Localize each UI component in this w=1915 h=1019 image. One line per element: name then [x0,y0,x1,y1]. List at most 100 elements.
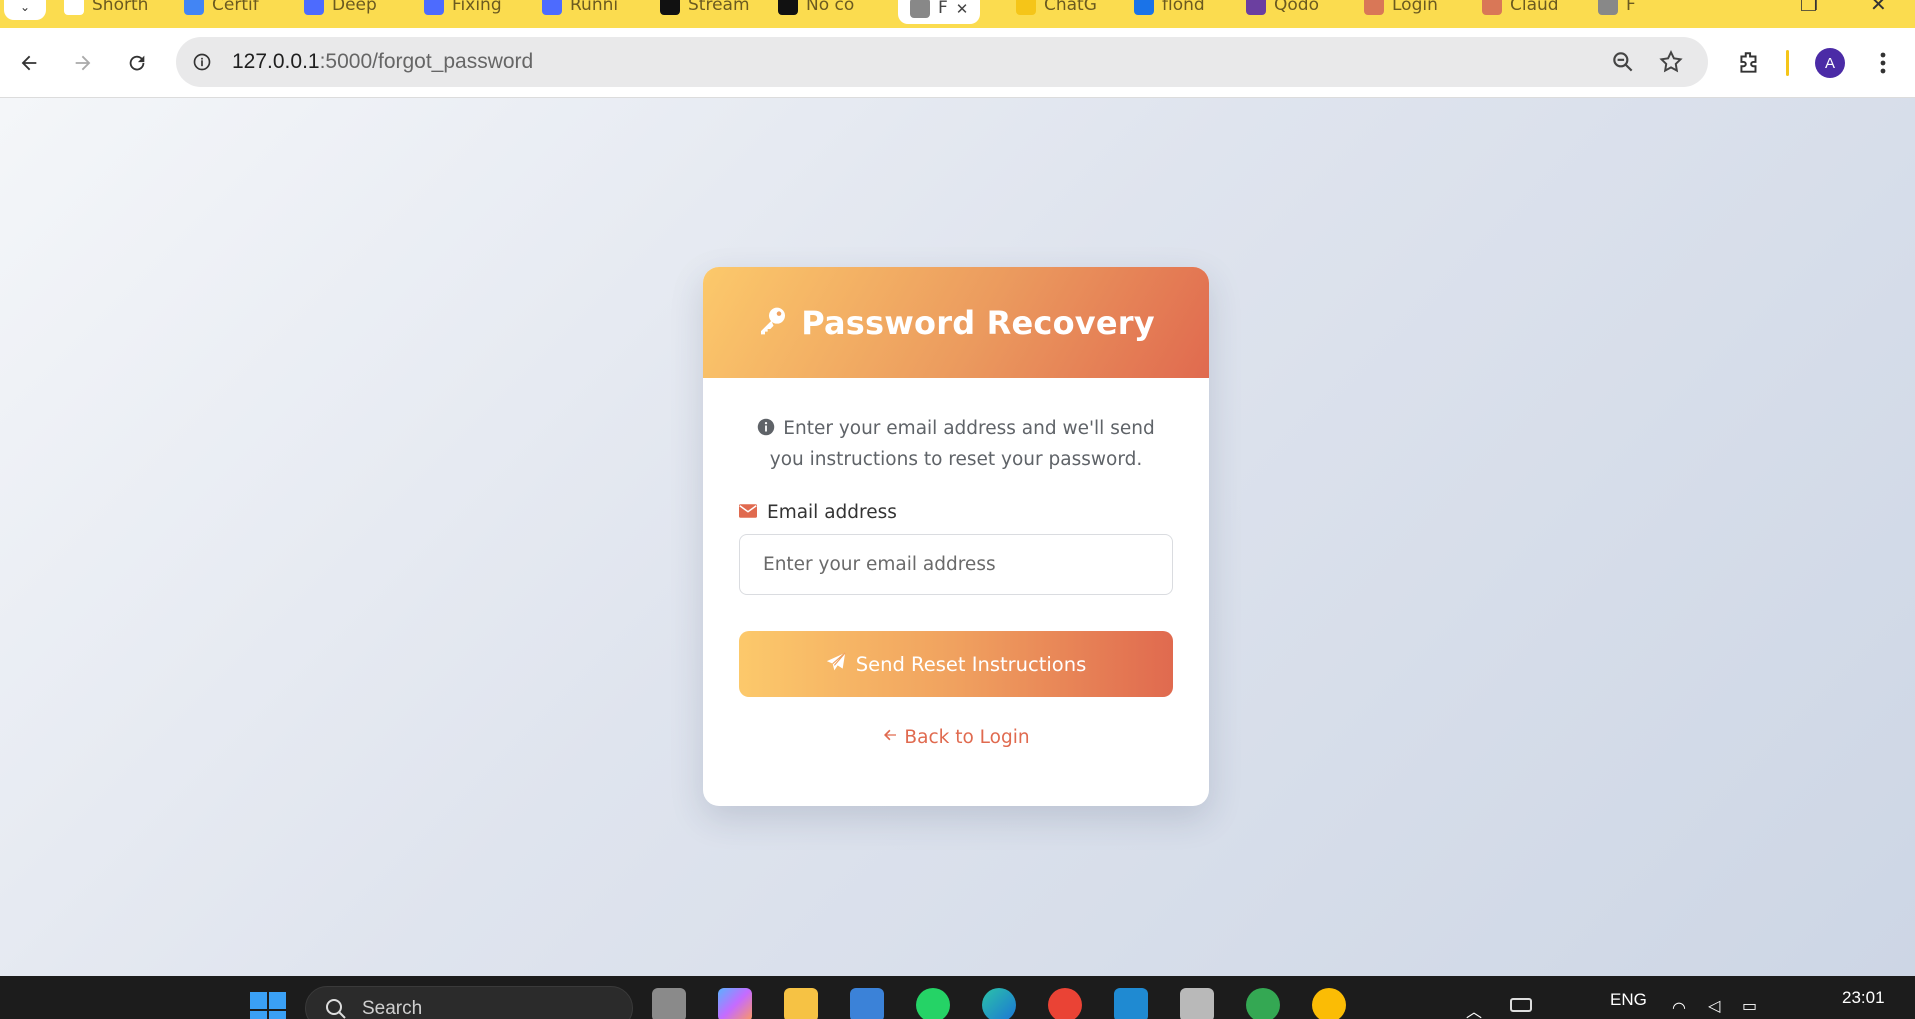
browser-tab[interactable]: F ✕ [898,0,980,24]
tab-favicon-icon [1134,0,1154,15]
search-icon [324,997,348,1019]
battery-icon[interactable]: ▭ [1742,996,1757,1015]
page-background: Password Recovery Enter your email addre… [0,98,1915,976]
url-host: 127.0.0.1 [232,50,320,73]
wifi-icon[interactable]: ◠ [1672,998,1686,1017]
browser-tab[interactable]: F [1598,0,1706,16]
tab-label: Qodo [1274,0,1319,15]
chrome-profile-j-icon[interactable] [1246,988,1280,1019]
url-text: 127.0.0.1:5000/forgot_password [232,50,533,74]
site-info-icon[interactable] [190,50,214,74]
database-icon[interactable] [1180,988,1214,1019]
browser-tab[interactable]: Runni [542,0,650,16]
toolbar-divider [1786,50,1789,76]
file-explorer-icon[interactable] [784,988,818,1019]
tab-label: flond [1162,0,1205,15]
email-label-row: Email address [739,502,1173,523]
vscode-icon[interactable] [1114,988,1148,1019]
card-title: Password Recovery [801,303,1155,342]
tab-label: Deep [332,0,377,15]
browser-tab[interactable]: Fixing [424,0,532,16]
tab-label: Login [1392,0,1438,15]
tab-favicon-icon [64,0,84,15]
tab-label: Runni [570,0,619,15]
browser-tab[interactable]: Deep [304,0,412,16]
tab-favicon-icon [542,0,562,15]
forward-arrow-icon[interactable] [70,50,96,76]
chrome-profile-a-icon[interactable] [1312,988,1346,1019]
browser-tab[interactable]: flond [1134,0,1242,16]
volume-icon[interactable]: ◁ [1708,996,1720,1015]
email-input[interactable] [739,534,1173,595]
card-body: Enter your email address and we'll send … [703,378,1209,748]
edge-browser-icon[interactable] [982,988,1016,1019]
email-label: Email address [767,502,897,523]
paper-plane-icon [826,651,846,677]
tab-label: ChatG [1044,0,1097,15]
browser-tab[interactable]: Certif [184,0,292,16]
tab-favicon-icon [1246,0,1266,15]
envelope-icon [739,502,757,523]
address-bar[interactable]: 127.0.0.1:5000/forgot_password [176,37,1708,87]
arrow-left-icon [882,727,898,748]
send-reset-instructions-button[interactable]: Send Reset Instructions [739,631,1173,697]
tab-label: F [938,0,948,18]
tab-favicon-icon [1482,0,1502,15]
copilot-icon[interactable] [718,988,752,1019]
close-window-icon[interactable]: ✕ [1870,0,1887,16]
tab-favicon-icon [304,0,324,15]
more-menu-icon[interactable] [1870,50,1896,76]
extensions-puzzle-icon[interactable] [1736,50,1762,76]
tab-favicon-icon [660,0,680,15]
taskbar-search-label: Search [362,998,423,1019]
tab-label: Stream [688,0,750,15]
browser-tab[interactable]: No co [778,0,886,16]
tab-favicon-icon [184,0,204,15]
whatsapp-icon[interactable] [916,988,950,1019]
info-text: Enter your email address and we'll send … [769,418,1155,470]
tab-label: Certif [212,0,259,15]
browser-toolbar: 127.0.0.1:5000/forgot_password A [0,28,1915,98]
send-button-label: Send Reset Instructions [855,652,1087,676]
tab-label: Shorth [92,0,149,15]
back-to-login-label: Back to Login [904,727,1030,748]
tab-search-button[interactable]: ⌄ [4,0,46,20]
tab-favicon-icon [778,0,798,15]
keyboard-icon[interactable] [1510,998,1532,1012]
windows-start-icon[interactable] [250,992,286,1019]
password-recovery-card: Password Recovery Enter your email addre… [703,267,1209,806]
browser-tab[interactable]: Shorth [64,0,172,16]
tab-favicon-icon [1598,0,1618,15]
windows-taskbar: Search ︿ ENG ◠ ◁ ▭ 23:01 [0,976,1915,1019]
tab-close-icon[interactable]: ✕ [956,0,969,18]
browser-tab[interactable]: Qodo [1246,0,1354,16]
bookmark-star-icon[interactable] [1658,49,1684,79]
chrome-browser-icon[interactable] [1048,988,1082,1019]
tray-chevron-up-icon[interactable]: ︿ [1466,998,1482,1019]
task-view-icon[interactable] [652,988,686,1019]
card-header: Password Recovery [703,267,1209,378]
taskbar-search-box[interactable]: Search [305,986,633,1019]
tab-label: Claud [1510,0,1559,15]
profile-avatar[interactable]: A [1815,48,1845,78]
browser-tab[interactable]: Claud [1482,0,1590,16]
key-icon [757,305,789,341]
browser-tab[interactable]: Login [1364,0,1472,16]
back-arrow-icon[interactable] [16,50,42,76]
browser-tab[interactable]: ChatG [1016,0,1124,16]
tab-favicon-icon [1364,0,1384,15]
url-path: :5000/forgot_password [319,50,534,73]
tab-label: No co [806,0,855,15]
info-message: Enter your email address and we'll send … [739,414,1173,474]
tab-favicon-icon [1016,0,1036,15]
restore-window-icon[interactable]: ❐ [1800,0,1818,16]
browser-tab[interactable]: Stream [660,0,768,16]
notepad-icon[interactable] [850,988,884,1019]
back-to-login-link[interactable]: Back to Login [739,727,1173,748]
reload-icon[interactable] [124,50,150,76]
info-circle-icon [757,416,775,445]
zoom-icon[interactable] [1610,49,1636,79]
tab-favicon-icon [910,0,930,18]
language-indicator[interactable]: ENG [1610,990,1647,1010]
clock-time[interactable]: 23:01 [1842,988,1885,1008]
